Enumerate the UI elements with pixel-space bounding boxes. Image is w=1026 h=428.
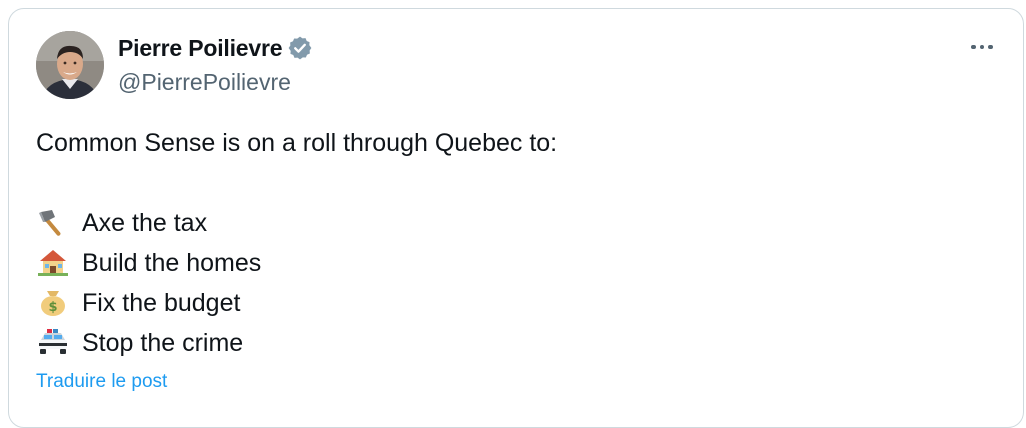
- police-car-icon: [36, 328, 70, 356]
- list-item: Build the homes: [36, 243, 557, 283]
- tweet-text: Common Sense is on a roll through Quebec…: [36, 123, 557, 363]
- verified-badge-icon[interactable]: [287, 35, 313, 61]
- axe-icon: [36, 208, 70, 236]
- more-options-icon: [971, 44, 976, 50]
- more-options-button[interactable]: [964, 35, 1000, 59]
- author-display-name[interactable]: Pierre Poilievre: [118, 34, 282, 62]
- more-options-icon-dot: [979, 44, 985, 50]
- money-bag-icon: $: [36, 288, 70, 316]
- author-name-row[interactable]: Pierre Poilievre: [118, 34, 313, 62]
- list-item: $ Fix the budget: [36, 283, 557, 323]
- author-handle[interactable]: @PierrePoilievre: [118, 68, 291, 96]
- list-item: Axe the tax: [36, 203, 557, 243]
- list-item: Stop the crime: [36, 323, 557, 363]
- more-options-icon-dot: [988, 44, 993, 50]
- svg-text:$: $: [48, 300, 57, 315]
- avatar-image: [36, 31, 104, 99]
- tweet-card: Pierre Poilievre @PierrePoilievre Common…: [8, 8, 1024, 428]
- avatar[interactable]: [36, 31, 104, 99]
- list-item-text: Axe the tax: [82, 209, 208, 237]
- list-item-text: Build the homes: [82, 249, 262, 277]
- tweet-intro: Common Sense is on a roll through Quebec…: [36, 129, 558, 157]
- list-item-text: Fix the budget: [82, 289, 241, 317]
- list-item-text: Stop the crime: [82, 329, 244, 357]
- translate-post-link[interactable]: Traduire le post: [36, 370, 167, 394]
- house-icon: [36, 248, 70, 276]
